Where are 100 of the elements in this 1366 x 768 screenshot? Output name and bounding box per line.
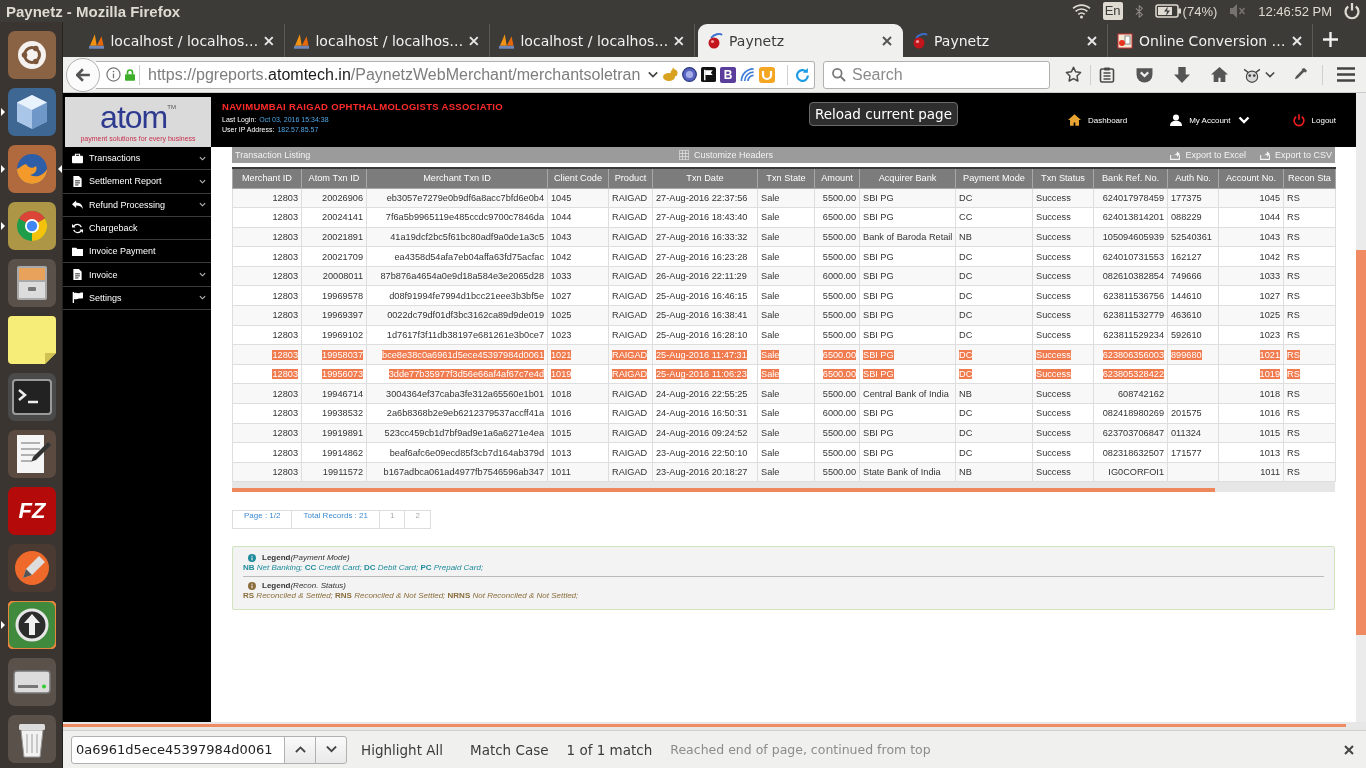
table-row[interactable]: 12803 19914862 beaf6afc6e09ecd85f3cb7d164ab379d 1013 RAIGAD 23-Aug-2016 22:50:10 Sale 5500.00 SBI PG DC Success 082318632507 171577 1013 RS xyxy=(232,442,1336,463)
url-text[interactable]: https://pgreports.atomtech.in/PaynetzWebMerchant/merchantsoletran xyxy=(148,65,641,84)
table-cell: SBI PG xyxy=(859,442,956,463)
table-cell: Success xyxy=(1032,462,1094,482)
find-previous-button[interactable] xyxy=(284,735,316,764)
close-icon[interactable] xyxy=(882,35,892,46)
chevron-down-icon[interactable] xyxy=(1265,71,1275,78)
table-cell: DC xyxy=(955,325,1033,345)
scrollbar-thumb[interactable] xyxy=(232,488,1215,493)
plus-icon[interactable] xyxy=(1323,32,1338,47)
table-row[interactable]: 12803 20021891 41a19dcf2bc5f61bc80adf9a0de1a3c5 1043 RAIGAD 27-Aug-2016 16:33:32 Sale 5500.00 Bank of Baroda Retail NB Success 105094605939 52540361 1043 RS xyxy=(232,227,1336,247)
column-header: Acquirer Bank xyxy=(859,168,956,188)
lock-icon[interactable] xyxy=(125,68,135,81)
battery-icon[interactable] xyxy=(1154,4,1181,18)
home-icon[interactable] xyxy=(1211,67,1228,82)
header-link[interactable]: Logout xyxy=(1292,113,1336,127)
search-field[interactable]: Search xyxy=(823,60,1050,89)
header-link[interactable]: Dashboard xyxy=(1068,114,1128,126)
find-option-button[interactable]: Highlight All xyxy=(355,737,449,762)
column-header: Txn Status xyxy=(1032,168,1094,188)
table-cell: 5500.00 xyxy=(814,305,860,326)
sidebar-item[interactable]: Invoice Payment xyxy=(63,240,211,264)
globe-icon[interactable] xyxy=(8,144,56,193)
sidebar-item[interactable]: Chargeback xyxy=(63,216,211,241)
table-cell: Sale xyxy=(757,246,815,267)
table-cell: DC xyxy=(955,266,1033,286)
table-cell: 1015 xyxy=(1218,423,1284,443)
clock-text[interactable]: 12:46:52 PM xyxy=(1258,3,1332,19)
close-icon[interactable] xyxy=(1344,744,1354,755)
drawer-icon[interactable] xyxy=(8,258,56,307)
table-row[interactable]: 12803 20026906 eb3057e7279e0b9df6a8acc7bfd6e0b4 1045 RAIGAD 27-Aug-2016 22:37:56 Sale 5500.00 SBI PG DC Success 624017978459 177375 1045 RS xyxy=(232,188,1336,208)
table-row[interactable]: 12803 19938532 2a6b8368b2e9eb6212379537accff41a 1016 RAIGAD 24-Aug-2016 16:50:31 Sale 6000.00 SBI PG DC Success 082418980269 201575 1016 RS xyxy=(232,403,1336,424)
circle-logo-icon[interactable] xyxy=(8,30,56,79)
table-cell: 26-Aug-2016 22:11:29 xyxy=(652,266,758,286)
pen-icon[interactable] xyxy=(8,543,56,592)
table-row[interactable]: 12803 20024141 7f6a5b9965119e485ccdc9700c7846da 1044 RAIGAD 27-Aug-2016 18:43:40 Sale 6500.00 SBI PG CC Success 624013814201 088229 1044 RS xyxy=(232,207,1336,228)
star-icon[interactable] xyxy=(1065,66,1082,83)
pipette-icon[interactable] xyxy=(1293,67,1308,82)
disc-icon[interactable] xyxy=(682,67,697,82)
back-button[interactable] xyxy=(66,57,100,92)
window-title: Paynetz - Mozilla Firefox xyxy=(6,2,181,20)
find-next-button[interactable] xyxy=(315,735,347,764)
table-cell: 19969397 xyxy=(301,305,367,326)
table-row[interactable]: 12803 19969397 0022dc79df01df3bc3162ca89d9de019 1025 RAIGAD 25-Aug-2016 16:38:41 Sale 5500.00 SBI PG DC Success 623811532779 463610 1025 RS xyxy=(232,305,1336,326)
sail-icon xyxy=(89,32,105,49)
find-option-button[interactable]: Match Case xyxy=(464,737,555,762)
terminal-icon[interactable] xyxy=(8,372,56,421)
sidebar-item[interactable]: Invoice xyxy=(63,263,211,287)
wifi-icon[interactable] xyxy=(1071,3,1091,19)
trash-icon[interactable] xyxy=(8,714,56,763)
drive-icon[interactable] xyxy=(8,657,56,706)
find-status-text: Reached end of page, continued from top xyxy=(670,742,931,757)
info-icon[interactable] xyxy=(106,67,121,82)
table-cell: 1011 xyxy=(547,462,609,482)
tooltip: Reload current page xyxy=(809,102,958,126)
clipboard-icon[interactable] xyxy=(1099,66,1115,83)
browser-tab[interactable]: Paynetz xyxy=(698,24,903,57)
scrollbar-thumb[interactable] xyxy=(63,724,1346,727)
sidebar-item[interactable]: Settlement Report xyxy=(63,170,211,194)
table-row[interactable]: 12803 19911572 b167adbca061ad4977fb7546596ab347 1011 RAIGAD 23-Aug-2016 20:18:27 Sale 5500.00 State Bank of India NB Success IG0CORFOI1 1011 RS xyxy=(232,462,1336,482)
table-row[interactable]: 12803 19969102 1d7617f3f11db38197e681261e3b0ce7 1023 RAIGAD 25-Aug-2016 16:28:10 Sale 5500.00 SBI PG DC Success 623811529234 592610 1023 RS xyxy=(232,325,1336,345)
find-field[interactable]: 0a6961d5ece45397984d0061 xyxy=(71,735,285,764)
sidebar-item[interactable]: Transactions xyxy=(63,147,211,171)
table-row[interactable]: 12803 20008011 87b876a4654a0e9d18a584e3e2065d28 1033 RAIGAD 26-Aug-2016 22:11:29 Sale 6000.00 SBI PG DC Success 082610382854 749666 1033 RS xyxy=(232,266,1336,286)
launcher-item[interactable]: FZ xyxy=(8,486,56,535)
table-cell: 171577 xyxy=(1167,442,1219,463)
table-row[interactable]: 12803 20021709 ea4358d54afa7eb04affa63fd75acfac 1042 RAIGAD 27-Aug-2016 16:23:28 Sale 5500.00 SBI PG DC Success 624010731553 162127 1042 RS xyxy=(232,246,1336,267)
search-icon xyxy=(832,67,846,82)
table-cell: 23-Aug-2016 22:50:10 xyxy=(652,442,758,463)
power-icon[interactable] xyxy=(1344,2,1360,20)
header-link[interactable]: My Account xyxy=(1170,114,1250,126)
reload-icon[interactable] xyxy=(796,67,809,82)
table-row[interactable]: 12803 19919891 523cc459cb1d7bf9ad9e1a6a6271e4ea 1015 RAIGAD 24-Aug-2016 09:24:52 Sale 5500.00 SBI PG DC Success 623703706847 011324 1015 RS xyxy=(232,423,1336,443)
download-icon[interactable] xyxy=(1174,66,1190,83)
scrollbar-thumb[interactable] xyxy=(1356,250,1366,635)
sidebar-item[interactable]: Settings xyxy=(63,286,211,311)
flag-icon[interactable] xyxy=(701,67,716,82)
table-cell: RAIGAD xyxy=(608,383,653,404)
speaker-muted-icon[interactable] xyxy=(1229,3,1247,19)
cube-icon[interactable] xyxy=(8,87,56,136)
extension-button[interactable]: B xyxy=(720,66,736,83)
table-row[interactable]: 12803 19969578 d08f91994fe7994d1bcc21eee3b3bf5e 1027 RAIGAD 25-Aug-2016 16:46:15 Sale 5500.00 SBI PG DC Success 623811536756 144610 1027 RS xyxy=(232,285,1336,306)
notepad-icon[interactable] xyxy=(8,429,56,478)
keyboard-layout-indicator[interactable]: En xyxy=(1102,2,1123,20)
bluetooth-icon[interactable] xyxy=(1134,4,1143,18)
table-cell: 162127 xyxy=(1167,246,1219,267)
page-info: Page : 1/2 xyxy=(232,510,293,530)
chevron-down-icon[interactable] xyxy=(648,71,658,78)
table-row[interactable]: 12803 19946714 3004364ef37caba3fe312a65560e1b01 1018 RAIGAD 24-Aug-2016 22:55:25 Sale 5500.00 Central Bank of India NB Success 608742162 1018 RS xyxy=(232,383,1336,404)
color-wheel-icon[interactable] xyxy=(8,201,56,250)
table-cell: 24-Aug-2016 09:24:52 xyxy=(652,423,758,443)
note-icon[interactable] xyxy=(8,315,56,364)
pouch-icon[interactable] xyxy=(1136,66,1153,83)
table-cell: 19911572 xyxy=(301,462,367,482)
table-cell: Success xyxy=(1032,403,1094,424)
menu-icon[interactable] xyxy=(1337,67,1355,82)
table-cell: 5500.00 xyxy=(814,442,860,463)
waves-icon[interactable] xyxy=(740,67,755,82)
url-field[interactable]: https://pgreports.atomtech.in/PaynetzWebMerchant/merchantsoletran B xyxy=(96,60,815,89)
sidebar-item[interactable]: Refund Processing xyxy=(63,193,211,217)
